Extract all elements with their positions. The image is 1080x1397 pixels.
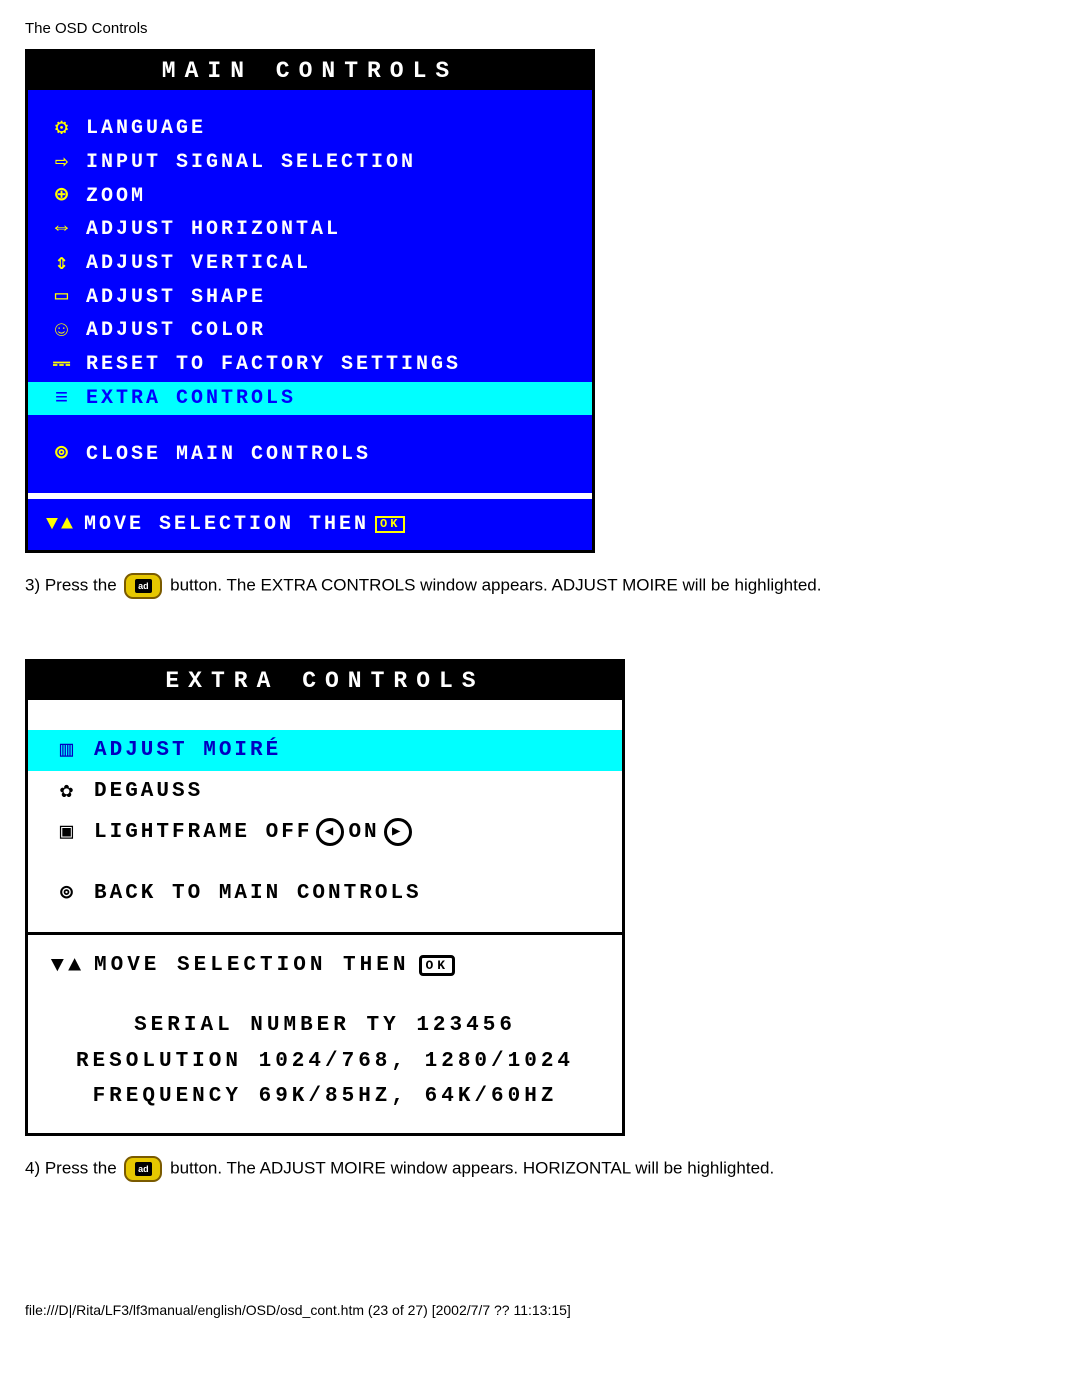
menu-item-zoom[interactable]: ⊕ Zoom xyxy=(28,179,592,213)
resolution-label: Resolution xyxy=(76,1050,242,1073)
step-4-prefix: 4) Press the xyxy=(25,1158,117,1177)
ok-icon: OK xyxy=(375,516,405,533)
menu-item-label: Back To Main Controls xyxy=(94,878,422,910)
extra-controls-body: ▥ Adjust Moiré ✿ Degauss ▣ Lightframe Of… xyxy=(28,700,622,1133)
extra-controls-hint: ▼▲ Move Selection Then OK xyxy=(28,935,622,988)
menu-item-input-signal[interactable]: ⇨ Input Signal Selection xyxy=(28,146,592,180)
menu-item-back[interactable]: ⊚ Back To Main Controls xyxy=(28,873,622,914)
menu-item-lightframe[interactable]: ▣ Lightframe Off ◀ On ▶ xyxy=(28,812,622,853)
ok-icon: OK xyxy=(419,955,455,977)
serial-value: 123456 xyxy=(416,1014,516,1037)
menu-item-label: Zoom xyxy=(86,183,146,210)
back-icon: ⊚ xyxy=(42,877,94,910)
main-controls-body: ⚙ Language ⇨ Input Signal Selection ⊕ Zo… xyxy=(28,90,592,550)
main-controls-hint: ▼▲ Move Selection Then OK xyxy=(28,493,592,550)
updown-icon: ▼▲ xyxy=(42,953,94,978)
menu-item-close[interactable]: ⊚ Close Main Controls xyxy=(28,437,592,471)
ok-button-label: ad xyxy=(135,1162,152,1177)
degauss-icon: ✿ xyxy=(42,775,94,808)
menu-item-language[interactable]: ⚙ Language xyxy=(28,112,592,146)
menu-item-extra-controls[interactable]: ≡ Extra Controls xyxy=(28,382,592,416)
menu-item-degauss[interactable]: ✿ Degauss xyxy=(28,771,622,812)
menu-item-label: Reset To Factory Settings xyxy=(86,351,461,378)
ok-button-label: ad xyxy=(135,579,152,594)
extra-controls-panel: Extra Controls ▥ Adjust Moiré ✿ Degauss … xyxy=(25,659,625,1136)
input-icon: ⇨ xyxy=(40,148,86,178)
menu-item-label: Input Signal Selection xyxy=(86,149,416,176)
menu-item-label: Close Main Controls xyxy=(86,441,371,468)
menu-item-label: Adjust Horizontal xyxy=(86,216,341,243)
device-info: Serial Number TY 123456 Resolution 1024/… xyxy=(28,988,622,1133)
step-3-suffix: button. The EXTRA CONTROLS window appear… xyxy=(170,575,821,594)
color-icon: ☺ xyxy=(40,316,86,346)
shape-icon: ▭ xyxy=(40,282,86,312)
updown-icon: ▼▲ xyxy=(38,513,84,536)
lightframe-off: Off xyxy=(266,817,313,849)
menu-item-label: Adjust Vertical xyxy=(86,250,311,277)
step-4-text: 4) Press the ad button. The ADJUST MOIRE… xyxy=(25,1156,1055,1182)
extra-icon: ≡ xyxy=(40,384,86,414)
footer-path: file:///D|/Rita/LF3/lf3manual/english/OS… xyxy=(25,1302,1055,1318)
step-4-suffix: button. The ADJUST MOIRE window appears.… xyxy=(170,1158,774,1177)
hint-label: Move Selection Then xyxy=(94,954,409,977)
menu-item-label: Adjust Moiré xyxy=(94,735,281,767)
close-icon: ⊚ xyxy=(40,439,86,469)
lightframe-label: Lightframe xyxy=(94,817,250,849)
serial-label: Serial Number TY xyxy=(134,1014,400,1037)
main-controls-title: Main Controls xyxy=(28,52,592,90)
resolution-value: 1024/768, 1280/1024 xyxy=(259,1050,574,1073)
main-controls-panel: Main Controls ⚙ Language ⇨ Input Signal … xyxy=(25,49,595,553)
extra-controls-title: Extra Controls xyxy=(28,662,622,700)
vertical-icon: ⇕ xyxy=(40,249,86,279)
arrow-left-icon[interactable]: ◀ xyxy=(316,818,344,846)
hint-label: Move Selection Then xyxy=(84,513,369,536)
menu-item-label: Language xyxy=(86,115,206,142)
menu-item-adjust-color[interactable]: ☺ Adjust Color xyxy=(28,314,592,348)
zoom-icon: ⊕ xyxy=(40,181,86,211)
menu-item-adjust-vertical[interactable]: ⇕ Adjust Vertical xyxy=(28,247,592,281)
menu-item-reset-factory[interactable]: ⎓ Reset To Factory Settings xyxy=(28,348,592,382)
menu-item-adjust-shape[interactable]: ▭ Adjust Shape xyxy=(28,280,592,314)
language-icon: ⚙ xyxy=(40,114,86,144)
menu-item-label: Adjust Color xyxy=(86,317,266,344)
lightframe-on: On xyxy=(348,817,379,849)
menu-item-label: Adjust Shape xyxy=(86,284,266,311)
factory-icon: ⎓ xyxy=(40,350,86,380)
menu-item-label: Extra Controls xyxy=(86,385,296,412)
ok-button-icon: ad xyxy=(124,573,162,599)
menu-item-adjust-horizontal[interactable]: ⇔ Adjust Horizontal xyxy=(28,213,592,247)
frequency-value: 69K/85Hz, 64K/60Hz xyxy=(259,1085,558,1108)
moire-icon: ▥ xyxy=(42,734,94,767)
step-3-text: 3) Press the ad button. The EXTRA CONTRO… xyxy=(25,573,1055,599)
lightframe-icon: ▣ xyxy=(42,816,94,849)
arrow-right-icon[interactable]: ▶ xyxy=(384,818,412,846)
horizontal-icon: ⇔ xyxy=(40,215,86,245)
ok-button-icon: ad xyxy=(124,1156,162,1182)
step-3-prefix: 3) Press the xyxy=(25,575,117,594)
menu-item-label: Degauss xyxy=(94,776,203,808)
frequency-label: Frequency xyxy=(93,1085,242,1108)
menu-item-adjust-moire[interactable]: ▥ Adjust Moiré xyxy=(28,730,622,771)
page-header: The OSD Controls xyxy=(25,20,1055,37)
